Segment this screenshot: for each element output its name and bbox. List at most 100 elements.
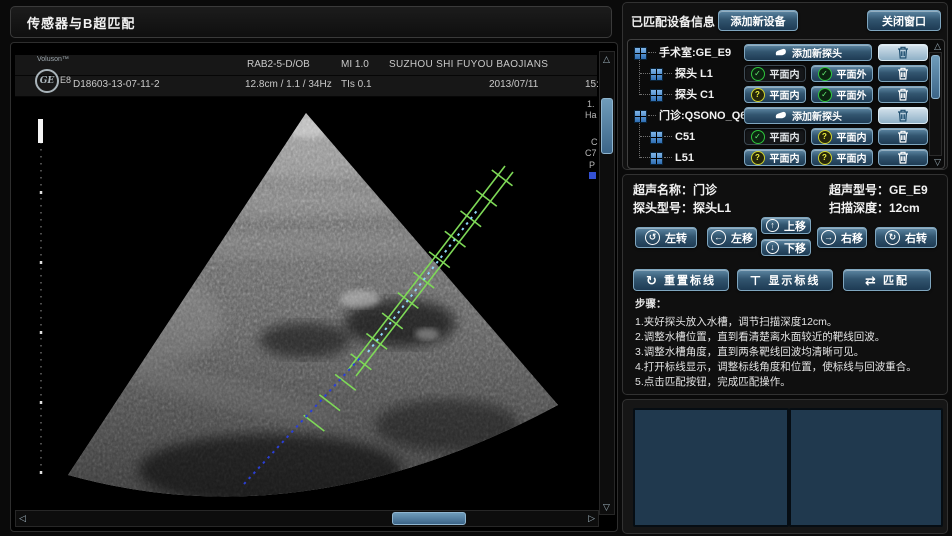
matched-devices-label: 已匹配设备信息 : [631,13,722,30]
rotate-left-button[interactable]: ↺ 左转 [635,227,697,248]
horizontal-scroll-thumb[interactable] [392,512,466,525]
move-down-button[interactable]: ↓ 下移 [761,239,811,256]
move-up-button[interactable]: ↑ 上移 [761,217,811,234]
edge-fragment: 1. [587,99,595,109]
steps-title: 步骤： [635,297,667,312]
marker-line-icon: ⊤ [750,274,764,287]
rotate-right-button[interactable]: ↻ 右转 [875,227,937,248]
us-model: E8 [60,74,71,86]
scan-depth: 扫描深度：12cm [829,199,920,216]
tree-connector [640,157,650,158]
tree-connector [664,157,672,158]
us-params: 12.8cm / 1.1 / 34Hz [245,79,332,91]
page-title: 传感器与B超匹配 [11,13,135,32]
move-left-button[interactable]: ← 左移 [707,227,757,248]
check-icon: ✓ [818,88,832,102]
us-exam-id: D18603-13-07-11-2 [73,79,160,91]
rotate-right-icon: ↻ [885,230,900,245]
scroll-left-icon[interactable]: ◁ [19,513,26,523]
match-button[interactable]: ⇄ 匹配 [843,269,931,291]
delete-probe-button[interactable] [878,128,928,145]
delete-probe-button[interactable] [878,149,928,166]
move-right-button[interactable]: → 右移 [817,227,867,248]
in-plane-button[interactable]: ✓ 平面内 [744,128,806,145]
in-plane-button[interactable]: ✓ 平面内 [744,65,806,82]
device-label[interactable]: 门诊:QSONO_Q6 [659,110,746,122]
tree-connector [640,136,650,137]
us-probe-name: RAB2-5-D/OB [247,59,310,71]
ge-logo: GE [35,69,59,93]
probe-node-icon[interactable] [650,152,663,165]
scroll-down-icon[interactable]: ▽ [603,502,610,512]
in-plane-button[interactable]: ? 平面内 [744,149,806,166]
preview-thumbnail-right [789,408,943,527]
reset-icon: ↻ [646,274,659,287]
probe-label[interactable]: C51 [675,131,695,143]
app-window: 传感器与B超匹配 Voluson™ GE E8 D18603-13-07-11-… [0,0,952,536]
out-plane-button[interactable]: ✓ 平面外 [811,86,873,103]
delete-device-button[interactable] [878,44,928,61]
trash-icon [897,151,909,164]
arrow-down-icon: ↓ [766,241,779,254]
vertical-scrollbar[interactable]: △ ▽ [599,51,615,515]
delete-probe-button[interactable] [878,65,928,82]
device-node-icon[interactable] [634,110,647,123]
trash-icon [897,130,909,143]
step-line: 4.打开标线显示，调整标线角度和位置，使标线与回波重合。 [635,360,917,375]
us-fan [67,112,558,506]
trash-icon [897,88,909,101]
delete-device-button[interactable] [878,107,928,124]
step-line: 2.调整水槽位置，直到看清楚离水面较近的靶线回波。 [635,330,885,345]
device-node-icon[interactable] [634,47,647,60]
ultrasound-name: 超声名称：门诊 [633,181,717,198]
tree-scroll-up-icon[interactable]: △ [934,41,941,51]
probe-label[interactable]: 探头 L1 [675,68,713,80]
tree-connector [664,136,672,137]
out-plane-button[interactable]: ✓ 平面外 [811,65,873,82]
reset-line-button[interactable]: ↻ 重置标线 [633,269,729,291]
tree-scroll-down-icon[interactable]: ▽ [934,157,941,167]
probe-node-icon[interactable] [650,131,663,144]
arrow-right-icon: → [821,230,836,245]
us-hospital: SUZHOU SHI FUYOU BAOJIANS [389,59,548,71]
add-probe-button[interactable]: 添加新探头 [744,44,872,61]
in-plane-button[interactable]: ? 平面内 [811,149,873,166]
control-panel: 超声名称：门诊 超声型号：GE_E9 探头型号：探头L1 扫描深度：12cm ↺… [622,174,948,395]
vertical-scroll-thumb[interactable] [601,98,613,154]
in-plane-button[interactable]: ? 平面内 [744,86,806,103]
trash-icon [897,46,909,59]
edge-fragment: P [589,160,595,170]
show-line-button[interactable]: ⊤ 显示标线 [737,269,833,291]
check-icon: ✓ [751,130,765,144]
close-window-button[interactable]: 关闭窗口 [867,10,941,31]
probe-node-icon[interactable] [650,68,663,81]
scroll-right-icon[interactable]: ▷ [588,513,595,523]
tree-connector [664,73,672,74]
add-device-button[interactable]: 添加新设备 [718,10,798,31]
probe-label[interactable]: 探头 C1 [675,89,714,101]
match-icon: ⇄ [865,274,878,287]
us-mi-value: MI 1.0 [341,59,369,71]
step-line: 3.调整水槽角度，直到两条靶线回波均清晰可见。 [635,345,864,360]
delete-probe-button[interactable] [878,86,928,103]
matched-devices-panel: 已匹配设备信息 : 添加新设备 关闭窗口 手术室:GE_E9 添加新探头 [622,2,948,170]
probe-label[interactable]: L51 [675,152,694,164]
tree-scroll-thumb[interactable] [931,55,940,99]
edge-fragment: C [591,137,598,147]
scroll-up-icon[interactable]: △ [603,54,610,64]
add-probe-button[interactable]: 添加新探头 [744,107,872,124]
question-icon: ? [751,88,765,102]
device-label[interactable]: 手术室:GE_E9 [659,47,731,59]
tree-scrollbar[interactable] [929,52,942,156]
horizontal-scrollbar[interactable]: ◁ ▷ [15,510,599,527]
device-tree: 手术室:GE_E9 添加新探头 探头 L1 ✓ 平面内 ✓ 平面外 [627,39,945,169]
in-plane-button[interactable]: ? 平面内 [811,128,873,145]
step-line: 5.点击匹配按钮，完成匹配操作。 [635,375,791,390]
question-icon: ? [818,151,832,165]
probe-model: 探头型号：探头L1 [633,199,731,216]
rotate-left-icon: ↺ [645,230,660,245]
tree-connector [640,73,650,74]
preview-panel [622,399,948,534]
probe-node-icon[interactable] [650,89,663,102]
question-icon: ? [751,151,765,165]
